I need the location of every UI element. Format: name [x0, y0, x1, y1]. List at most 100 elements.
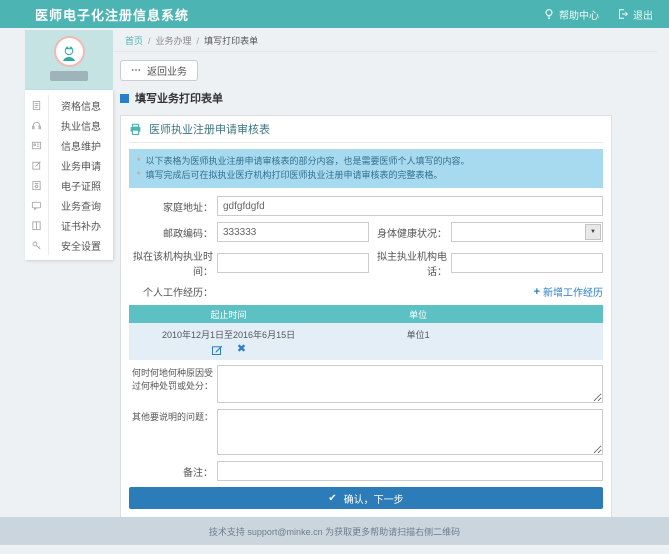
notice-box: * 以下表格为医师执业注册申请审核表的部分内容，也是需要医师个人填写的内容。 *… — [129, 149, 603, 188]
work-history-table-header: 起止时间 单位 — [129, 305, 603, 323]
form-row-postal-health: 邮政编码： 身体健康状况： ▼ — [129, 222, 603, 242]
other-issues-textarea[interactable] — [217, 409, 603, 455]
ellipsis-icon: ⋯ — [131, 65, 141, 76]
help-center-label: 帮助中心 — [559, 7, 599, 22]
menu-label: 业务查询 — [49, 198, 101, 213]
avatar — [54, 36, 85, 67]
practice-time-input[interactable] — [217, 253, 369, 273]
org-phone-input[interactable] — [451, 253, 603, 273]
menu-label: 执业信息 — [49, 118, 101, 133]
org-phone-label: 拟主执业机构电话： — [373, 248, 447, 278]
menu-label: 安全设置 — [49, 238, 101, 253]
row-period: 2010年12月1日至2016年6月15日 — [129, 328, 328, 341]
home-address-input[interactable] — [217, 196, 603, 216]
remark-input[interactable] — [217, 461, 603, 481]
page-title-text: 填写业务打印表单 — [135, 90, 223, 106]
sidebar: 资格信息 执业信息 信息维护 业务申请 — [25, 30, 113, 260]
asterisk-icon: * — [137, 168, 141, 182]
document-icon — [25, 95, 49, 115]
add-work-history-label: 新增工作经历 — [543, 284, 603, 299]
sidebar-item-security-settings[interactable]: 安全设置 — [25, 235, 113, 255]
table-row: 2010年12月1日至2016年6月15日 单位1 ✖ — [129, 323, 603, 360]
edit-row-icon[interactable] — [211, 344, 223, 356]
title-square-icon — [120, 94, 129, 103]
sidebar-item-qualification-info[interactable]: 资格信息 — [25, 95, 113, 115]
menu-label: 信息维护 — [49, 138, 101, 153]
printer-icon — [129, 123, 142, 136]
logout-icon — [617, 8, 629, 20]
sidebar-item-business-query[interactable]: 业务查询 — [25, 195, 113, 215]
breadcrumb: 首页 / 业务办理 / 填写打印表单 — [113, 30, 657, 52]
form-row-time-phone: 拟在该机构执业时间： 拟主执业机构电话： — [129, 248, 603, 278]
form-row-other-issues: 其他要说明的问题： — [129, 409, 603, 455]
top-header: 医师电子化注册信息系统 帮助中心 退出 — [0, 0, 669, 28]
row-unit: 单位1 — [328, 328, 508, 341]
add-work-history-link[interactable]: + 新增工作经历 — [534, 284, 603, 299]
punishment-label: 何时何地何种原因受过何种处罚或处分： — [129, 365, 213, 393]
main-content: 首页 / 业务办理 / 填写打印表单 ⋯ 返回业务 填写业务打印表单 医师执业注… — [113, 30, 657, 518]
user-profile-block — [25, 30, 113, 90]
row-actions: ✖ — [129, 344, 328, 356]
breadcrumb-section[interactable]: 业务办理 — [156, 34, 192, 47]
health-status-select[interactable]: ▼ — [451, 222, 603, 242]
chevron-down-icon[interactable]: ▼ — [585, 224, 601, 240]
confirm-next-label: 确认，下一步 — [344, 491, 404, 506]
help-center-link[interactable]: 帮助中心 — [543, 7, 599, 22]
work-history-label: 个人工作经历： — [129, 284, 213, 299]
postal-code-input[interactable] — [217, 222, 369, 242]
footer-bar: 技术支持 support@minke.cn 为获取更多帮助请扫描右侧二维码 — [0, 517, 669, 545]
book-icon — [25, 215, 49, 235]
form-row-work-history: 个人工作经历： + 新增工作经历 — [129, 284, 603, 299]
form-row-remark: 备注： — [129, 461, 603, 481]
other-issues-label: 其他要说明的问题： — [129, 409, 213, 424]
doctor-icon — [59, 42, 79, 62]
sidebar-item-e-certificate[interactable]: 电子证照 — [25, 175, 113, 195]
remark-label: 备注： — [129, 464, 213, 479]
menu-label: 资格信息 — [49, 98, 101, 113]
sidebar-item-info-maintenance[interactable]: 信息维护 — [25, 135, 113, 155]
sidebar-item-certificate-reissue[interactable]: 证书补办 — [25, 215, 113, 235]
confirm-next-button[interactable]: ✔ 确认，下一步 — [129, 487, 603, 509]
return-business-label: 返回业务 — [147, 63, 187, 78]
id-card-icon — [25, 135, 49, 155]
lightbulb-icon — [543, 8, 555, 20]
home-address-label: 家庭地址： — [129, 199, 213, 214]
app-title: 医师电子化注册信息系统 — [35, 5, 189, 24]
certificate-icon — [25, 175, 49, 195]
notice-line: * 以下表格为医师执业注册申请审核表的部分内容，也是需要医师个人填写的内容。 — [137, 154, 595, 168]
health-status-label: 身体健康状况： — [373, 225, 447, 240]
sidebar-item-business-application[interactable]: 业务申请 — [25, 155, 113, 175]
form: 家庭地址： 邮政编码： 身体健康状况： ▼ 拟在该机构执业时间： 拟主执业机构电… — [129, 196, 603, 509]
sidebar-item-practice-info[interactable]: 执业信息 — [25, 115, 113, 135]
chat-icon — [25, 195, 49, 215]
headset-icon — [25, 115, 49, 135]
practice-time-label: 拟在该机构执业时间： — [129, 248, 213, 278]
user-name-redacted — [50, 71, 88, 81]
panel-title: 医师执业注册申请审核表 — [149, 121, 270, 137]
logout-label: 退出 — [633, 7, 653, 22]
header-actions: 帮助中心 退出 — [543, 7, 653, 22]
notice-line: * 填写完成后可在拟执业医疗机构打印医师执业注册申请审核表的完整表格。 — [137, 168, 595, 182]
breadcrumb-home[interactable]: 首页 — [125, 34, 143, 47]
postal-code-label: 邮政编码： — [129, 225, 213, 240]
asterisk-icon: * — [137, 154, 141, 168]
edit-icon — [25, 155, 49, 175]
menu-label: 证书补办 — [49, 218, 101, 233]
delete-row-icon[interactable]: ✖ — [237, 344, 246, 356]
notice-text: 以下表格为医师执业注册申请审核表的部分内容，也是需要医师个人填写的内容。 — [146, 154, 470, 168]
column-header-period: 起止时间 — [129, 308, 328, 321]
logout-link[interactable]: 退出 — [617, 7, 653, 22]
sidebar-menu: 资格信息 执业信息 信息维护 业务申请 — [25, 90, 113, 260]
page-title: 填写业务打印表单 — [120, 90, 657, 106]
key-icon — [25, 235, 49, 255]
table-row-values: 2010年12月1日至2016年6月15日 单位1 — [129, 328, 603, 341]
plus-icon: + — [534, 286, 540, 298]
form-row-punishment: 何时何地何种原因受过何种处罚或处分： — [129, 365, 603, 403]
column-header-unit: 单位 — [328, 308, 508, 321]
punishment-textarea[interactable] — [217, 365, 603, 403]
work-history-table: 起止时间 单位 2010年12月1日至2016年6月15日 单位1 — [129, 305, 603, 360]
breadcrumb-separator: / — [197, 36, 200, 46]
return-business-button[interactable]: ⋯ 返回业务 — [120, 60, 198, 81]
menu-label: 业务申请 — [49, 158, 101, 173]
breadcrumb-separator: / — [148, 36, 151, 46]
